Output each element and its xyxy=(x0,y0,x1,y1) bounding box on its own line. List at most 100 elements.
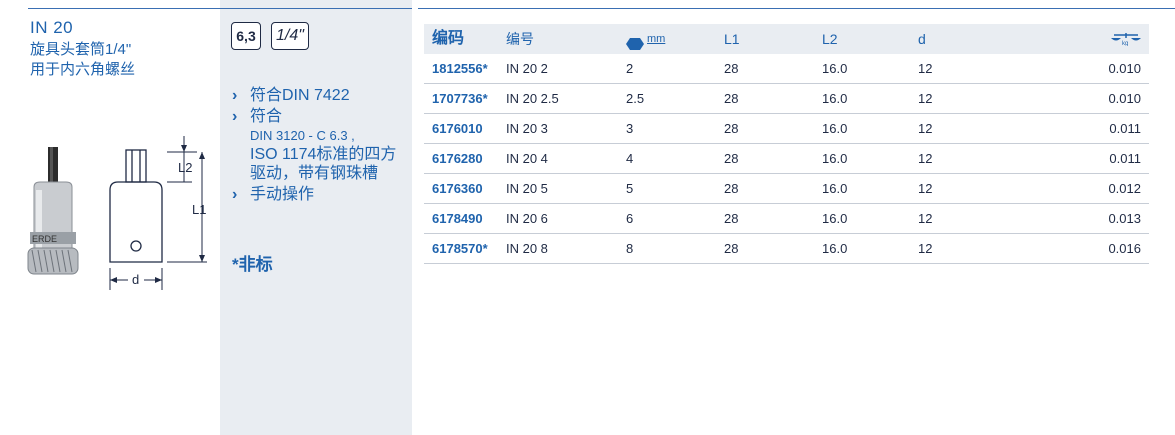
table-row: 6176360 IN 20 5 5 28 16.0 12 0.012 xyxy=(424,174,1149,204)
feature-text: 手动操作 xyxy=(250,186,315,203)
cell-weight: 0.010 xyxy=(1108,61,1141,76)
dimension-d-label: d xyxy=(132,272,139,287)
cell-code: 1812556* xyxy=(432,61,488,76)
divider-line xyxy=(220,8,412,9)
cell-size: 4 xyxy=(626,151,634,166)
knurled-ring xyxy=(27,247,79,275)
cell-size: 8 xyxy=(626,241,634,256)
cell-l2: 16.0 xyxy=(822,151,848,166)
cell-model: IN 20 6 xyxy=(506,211,548,226)
cell-weight: 0.010 xyxy=(1108,91,1141,106)
header-weight: kg xyxy=(1111,24,1141,54)
cell-l1: 28 xyxy=(724,91,739,106)
cell-size: 5 xyxy=(626,181,634,196)
dimension-l2-label: L2 xyxy=(178,160,192,175)
drive-inch-badge: 1/4" xyxy=(271,22,309,50)
feature-item: › 符合 DIN 3120 - C 6.3 , ISO 1174标准的四方驱动，… xyxy=(232,107,407,183)
cell-l2: 16.0 xyxy=(822,211,848,226)
chevron-right-icon: › xyxy=(232,87,238,104)
product-code: IN 20 xyxy=(30,18,74,37)
cell-code: 6176280 xyxy=(432,151,483,166)
nonstock-note: *非标 xyxy=(232,255,273,274)
chevron-right-icon: › xyxy=(232,186,238,203)
cell-d: 12 xyxy=(918,91,933,106)
feature-text: ISO 1174标准的四方驱动，带有钢珠槽 xyxy=(250,146,397,182)
feature-text: DIN 3120 - C 6.3 , xyxy=(250,128,355,143)
feature-panel: 6,3 1/4" › 符合DIN 7422 › 符合 DIN 3120 - C … xyxy=(220,0,412,435)
header-d: d xyxy=(918,31,926,47)
cell-size: 2.5 xyxy=(626,91,645,106)
feature-text: 符合DIN 7422 xyxy=(250,87,350,104)
feature-text: 符合 xyxy=(250,108,283,125)
product-panel: IN 20 旋具头套筒1/4" 用于内六角螺丝 ERDE L2 L1 d xyxy=(0,0,220,435)
cell-code: 6178570* xyxy=(432,241,488,256)
cell-l1: 28 xyxy=(724,211,739,226)
product-subtitle: 用于内六角螺丝 xyxy=(30,61,136,78)
dimension-l1-label: L1 xyxy=(192,202,206,217)
cell-l2: 16.0 xyxy=(822,241,848,256)
cell-d: 12 xyxy=(918,121,933,136)
cell-d: 12 xyxy=(918,61,933,76)
feature-item: › 符合DIN 7422 xyxy=(232,86,407,105)
header-size: mm xyxy=(626,24,665,54)
cell-weight: 0.013 xyxy=(1108,211,1141,226)
feature-item: › 手动操作 xyxy=(232,185,407,204)
product-drawing: ERDE L2 L1 d xyxy=(27,136,207,290)
table-row: 6178490 IN 20 6 6 28 16.0 12 0.013 xyxy=(424,204,1149,234)
cell-l1: 28 xyxy=(724,61,739,76)
cell-l1: 28 xyxy=(724,151,739,166)
cell-code: 6176360 xyxy=(432,181,483,196)
product-name: 旋具头套筒1/4" xyxy=(30,41,132,58)
weight-unit-label: kg xyxy=(1122,41,1128,46)
size-unit-label: mm xyxy=(647,33,666,45)
header-model: 编号 xyxy=(506,31,534,47)
cell-weight: 0.012 xyxy=(1108,181,1141,196)
cell-code: 1707736* xyxy=(432,91,488,106)
cell-l1: 28 xyxy=(724,241,739,256)
drive-badges: 6,3 1/4" xyxy=(231,22,309,50)
cell-size: 3 xyxy=(626,121,634,136)
cell-model: IN 20 4 xyxy=(506,151,548,166)
scale-icon: kg xyxy=(1111,33,1141,47)
cell-l1: 28 xyxy=(724,181,739,196)
technical-outline xyxy=(109,149,163,263)
cell-weight: 0.011 xyxy=(1109,121,1141,136)
header-l1: L1 xyxy=(724,31,740,47)
svg-text:ERDE: ERDE xyxy=(32,234,57,244)
chevron-right-icon: › xyxy=(232,108,238,125)
cell-l2: 16.0 xyxy=(822,91,848,106)
table-header: 编码 编号 mm L1 L2 d kg xyxy=(424,24,1149,54)
cell-l2: 16.0 xyxy=(822,181,848,196)
cell-weight: 0.011 xyxy=(1109,151,1141,166)
cell-l2: 16.0 xyxy=(822,61,848,76)
cell-size: 2 xyxy=(626,61,634,76)
cell-model: IN 20 2 xyxy=(506,61,548,76)
cell-d: 12 xyxy=(918,241,933,256)
header-code: 编码 xyxy=(432,30,465,47)
table-row: 6176280 IN 20 4 4 28 16.0 12 0.011 xyxy=(424,144,1149,174)
divider-line xyxy=(418,8,1175,9)
cell-weight: 0.016 xyxy=(1108,241,1141,256)
table-row: 6176010 IN 20 3 3 28 16.0 12 0.011 xyxy=(424,114,1149,144)
feature-list: › 符合DIN 7422 › 符合 DIN 3120 - C 6.3 , ISO… xyxy=(232,86,407,206)
cell-d: 12 xyxy=(918,151,933,166)
cell-d: 12 xyxy=(918,181,933,196)
header-l2: L2 xyxy=(822,31,838,47)
table-row: 6178570* IN 20 8 8 28 16.0 12 0.016 xyxy=(424,234,1149,264)
cell-model: IN 20 5 xyxy=(506,181,548,196)
divider-line xyxy=(28,8,220,9)
table-body: 1812556* IN 20 2 2 28 16.0 12 0.010 1707… xyxy=(424,54,1149,264)
cell-code: 6176010 xyxy=(432,121,483,136)
hexagon-icon xyxy=(626,37,644,50)
table-row: 1812556* IN 20 2 2 28 16.0 12 0.010 xyxy=(424,54,1149,84)
table-row: 1707736* IN 20 2.5 2.5 28 16.0 12 0.010 xyxy=(424,84,1149,114)
cell-size: 6 xyxy=(626,211,634,226)
cell-model: IN 20 8 xyxy=(506,241,548,256)
cell-model: IN 20 3 xyxy=(506,121,548,136)
product-table: 编码 编号 mm L1 L2 d kg 1812556* IN 20 2 2 2… xyxy=(424,24,1149,264)
cell-l1: 28 xyxy=(724,121,739,136)
cell-model: IN 20 2.5 xyxy=(506,91,559,106)
cell-code: 6178490 xyxy=(432,211,483,226)
cell-l2: 16.0 xyxy=(822,121,848,136)
drive-size-badge: 6,3 xyxy=(231,22,261,50)
